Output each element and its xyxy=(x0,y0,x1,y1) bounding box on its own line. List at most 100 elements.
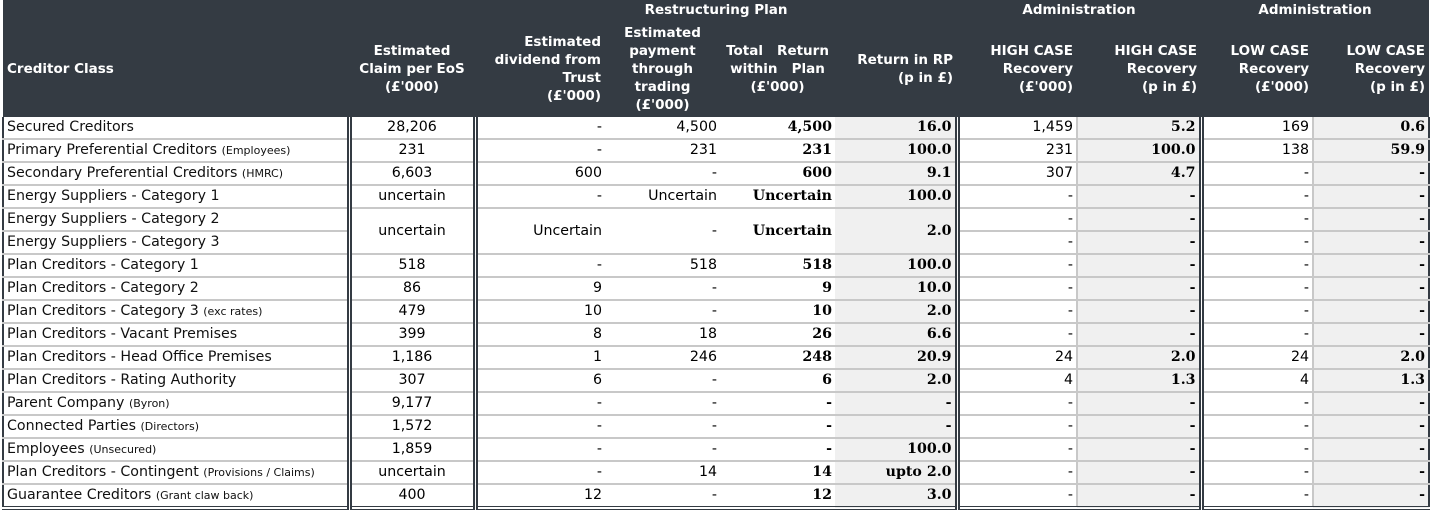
claim-cell: 307 xyxy=(346,369,478,393)
low-recovery-p-cell: 0.6 xyxy=(1312,117,1431,140)
dividend-trust-cell: 8 xyxy=(475,323,605,347)
header-line: Estimated xyxy=(624,25,701,41)
high-recovery-p-cell: - xyxy=(1076,254,1204,278)
header-line: (p in £) xyxy=(1369,79,1426,95)
total-return-cell: 12 xyxy=(720,484,835,510)
low-recovery-p-cell: - xyxy=(1312,162,1431,186)
payment-trading-cell: 4,500 xyxy=(605,117,720,140)
high-recovery-k-cell: - xyxy=(957,277,1078,301)
low-recovery-p-cell: 59.9 xyxy=(1312,139,1431,163)
creditor-class-note: (Provisions / Claims) xyxy=(203,466,315,479)
dividend-trust-cell: - xyxy=(475,461,605,485)
column-header-dividend-trust[interactable]: Estimated dividend from Trust (£'000) xyxy=(475,21,605,117)
table-row[interactable]: Connected Parties (Directors) 1,572- - - - - -… xyxy=(2,415,1431,439)
table-row[interactable]: Secured Creditors 28,206-4,500 4,500 16.0 1,… xyxy=(2,117,1431,140)
low-recovery-p-cell: - xyxy=(1312,300,1431,324)
high-recovery-p-cell: - xyxy=(1076,208,1204,232)
high-recovery-p-cell: - xyxy=(1076,484,1204,510)
low-recovery-k-cell: - xyxy=(1201,162,1314,186)
high-recovery-k-cell: - xyxy=(957,323,1078,347)
column-header-high-recovery-k[interactable]: HIGH CASE Recovery (£'000) xyxy=(957,21,1078,117)
table-row[interactable]: Plan Creditors - Category 3 (exc rates) 4… xyxy=(2,300,1431,324)
header-line: Total Return xyxy=(726,43,829,59)
low-recovery-p-cell: - xyxy=(1312,277,1431,301)
header-line: Estimated xyxy=(373,43,451,59)
column-header-high-recovery-p[interactable]: HIGH CASE Recovery (p in £) xyxy=(1077,21,1202,117)
creditor-class-note: (Employees) xyxy=(221,144,291,157)
table-body: Secured Creditors 28,206-4,500 4,500 16.0 1,… xyxy=(2,117,1431,510)
creditor-class-cell: Secondary Preferential Creditors (HMRC) xyxy=(2,162,349,186)
creditor-class-cell: Plan Creditors - Category 2 xyxy=(2,277,349,301)
low-recovery-k-cell: - xyxy=(1201,231,1314,255)
table-row[interactable]: Energy Suppliers - Category 2 uncertain Un… xyxy=(2,208,1431,255)
creditor-class-cell: Energy Suppliers - Category 2 xyxy=(2,208,349,232)
high-recovery-k-cell: - xyxy=(957,415,1078,439)
column-header-low-recovery-p[interactable]: LOW CASE Recovery (p in £) xyxy=(1313,21,1430,117)
table-row[interactable]: Guarantee Creditors (Grant claw back) 400… xyxy=(2,484,1431,510)
low-recovery-p-cell: - xyxy=(1312,438,1431,462)
table-row[interactable]: Employees (Unsecured) 1,859- - -100.0- - - - xyxy=(2,438,1431,462)
payment-trading-cell: 18 xyxy=(605,323,720,347)
column-header-creditor-class[interactable]: Creditor Class xyxy=(3,21,349,117)
dividend-trust-cell: - xyxy=(475,415,605,439)
payment-trading-cell: - xyxy=(605,484,720,510)
low-recovery-p-cell: - xyxy=(1312,415,1431,439)
return-rp-cell: 9.1 xyxy=(835,162,960,186)
column-header-low-recovery-k[interactable]: LOW CASE Recovery (£'000) xyxy=(1201,21,1314,117)
table-row[interactable]: Plan Creditors - Category 1 518-518 518 100… xyxy=(2,254,1431,278)
total-return-cell: 231 xyxy=(720,139,835,163)
total-return-cell: 518 xyxy=(720,254,835,278)
high-recovery-k-cell: - xyxy=(957,185,1078,209)
header-line: Claim per EoS xyxy=(359,61,465,77)
header-line: (£'000) xyxy=(1018,79,1074,95)
return-rp-cell: - xyxy=(835,392,960,416)
high-recovery-p-cell: - xyxy=(1076,461,1204,485)
creditor-class-name: Employees xyxy=(7,441,85,457)
creditor-class-cell: Plan Creditors - Head Office Premises xyxy=(2,346,349,370)
header-group-row: Restructuring Plan Administration Admini… xyxy=(3,0,1430,21)
header-line: through xyxy=(632,61,693,77)
header-line: within Plan xyxy=(730,61,825,77)
column-header-claim[interactable]: Estimated Claim per EoS (£'000) xyxy=(349,21,475,117)
claim-cell: 1,859 xyxy=(346,438,478,462)
return-rp-cell: 100.0 xyxy=(835,254,960,278)
claim-cell: 28,206 xyxy=(346,117,478,140)
table-row[interactable]: Plan Creditors - Contingent (Provisions … xyxy=(2,461,1431,485)
dividend-trust-cell: Uncertain xyxy=(475,208,605,255)
table-row[interactable]: Primary Preferential Creditors (Employee… xyxy=(2,139,1431,163)
payment-trading-cell: - xyxy=(605,369,720,393)
column-header-return-rp[interactable]: Return in RP (p in £) xyxy=(835,21,958,117)
header-line: Recovery xyxy=(1354,61,1426,77)
creditor-class-name: Energy Suppliers - Category 2 xyxy=(7,211,220,227)
claim-cell: 6,603 xyxy=(346,162,478,186)
high-recovery-k-cell: 231 xyxy=(957,139,1078,163)
creditor-class-name: Energy Suppliers - Category 3 xyxy=(7,234,220,250)
table-row[interactable]: Secondary Preferential Creditors (HMRC) 6… xyxy=(2,162,1431,186)
low-recovery-k-cell: - xyxy=(1201,438,1314,462)
creditor-class-name: Plan Creditors - Category 1 xyxy=(7,257,199,273)
high-recovery-p-cell: 4.7 xyxy=(1076,162,1204,186)
table-row[interactable]: Plan Creditors - Rating Authority 307 6-6 2… xyxy=(2,369,1431,393)
table-row[interactable]: Plan Creditors - Category 2 86 9-9 10.0- - - - xyxy=(2,277,1431,301)
payment-trading-cell: 14 xyxy=(605,461,720,485)
creditor-class-cell: Energy Suppliers - Category 1 xyxy=(2,185,349,209)
creditor-class-name: Plan Creditors - Head Office Premises xyxy=(7,349,272,365)
payment-trading-cell: - xyxy=(605,208,720,255)
table-row[interactable]: Plan Creditors - Head Office Premises 1,1… xyxy=(2,346,1431,370)
column-header-total-return[interactable]: Total Return within Plan (£'000) xyxy=(720,21,835,117)
table-row[interactable]: Parent Company (Byron) 9,177- - - - - - - - xyxy=(2,392,1431,416)
payment-trading-cell: 246 xyxy=(605,346,720,370)
creditor-class-note: (HMRC) xyxy=(241,167,284,180)
creditor-class-cell: Plan Creditors - Category 3 (exc rates) xyxy=(2,300,349,324)
low-recovery-k-cell: - xyxy=(1201,254,1314,278)
header-line: (p in £) xyxy=(897,70,954,86)
creditor-class-name: Secondary Preferential Creditors xyxy=(7,165,238,181)
table-row[interactable]: Plan Creditors - Vacant Premises 399 8 18 26… xyxy=(2,323,1431,347)
creditor-class-note: (exc rates) xyxy=(203,305,263,318)
low-recovery-k-cell: 169 xyxy=(1201,117,1314,140)
low-recovery-p-cell: 2.0 xyxy=(1312,346,1431,370)
header-group-administration-high: Administration xyxy=(957,0,1202,21)
table-row[interactable]: Energy Suppliers - Category 1 uncertain - U… xyxy=(2,185,1431,209)
header-group-administration-low: Administration xyxy=(1201,0,1430,21)
column-header-payment-trading[interactable]: Estimated payment through trading (£'000) xyxy=(605,21,720,117)
